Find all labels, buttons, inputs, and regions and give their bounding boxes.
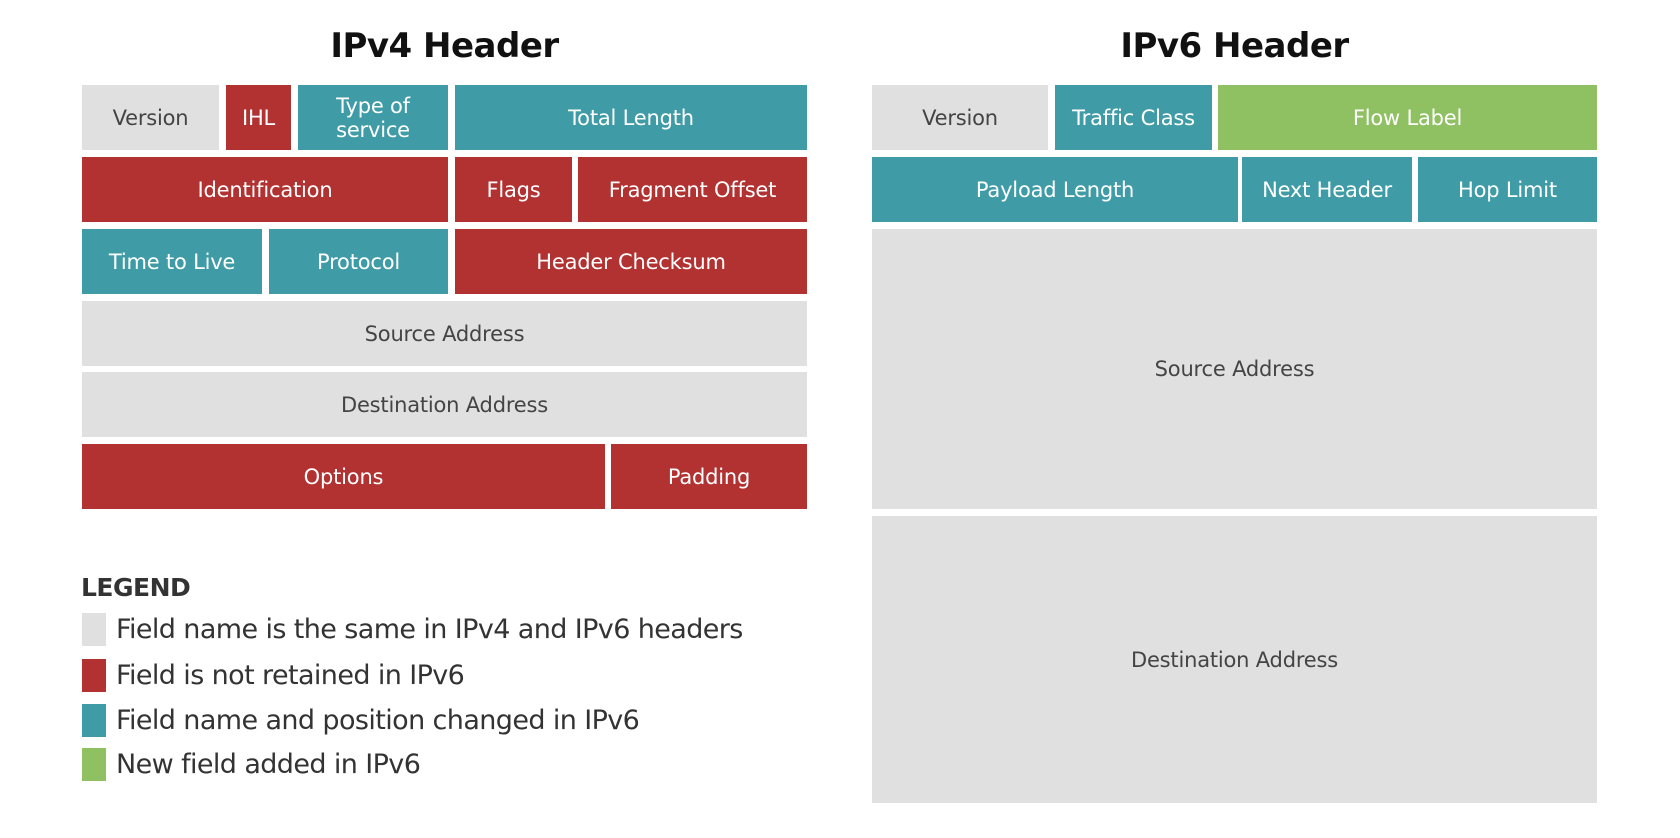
ipv4-field-header-checksum: Header Checksum [455,229,807,294]
ipv4-field-version: Version [82,85,219,150]
ipv6-field-flow-label: Flow Label [1218,85,1597,150]
ipv6-field-hop-limit: Hop Limit [1418,157,1597,222]
ipv4-field-source-address: Source Address [82,301,807,366]
legend-item-changed: Field name and position changed in IPv6 [82,704,640,737]
legend-swatch-gray [82,613,106,646]
ipv6-title: IPv6 Header [1120,26,1349,66]
ipv6-field-next-header: Next Header [1242,157,1412,222]
ipv6-field-traffic-class: Traffic Class [1055,85,1212,150]
legend-swatch-green [82,748,106,781]
ipv4-field-options: Options [82,444,605,509]
legend-label: Field is not retained in IPv6 [116,660,465,691]
ipv6-field-destination-address: Destination Address [872,516,1597,803]
legend-item-same: Field name is the same in IPv4 and IPv6 … [82,613,743,646]
ipv4-field-time-to-live: Time to Live [82,229,262,294]
legend-swatch-red [82,659,106,692]
ipv4-field-ihl: IHL [226,85,291,150]
ipv4-field-padding: Padding [611,444,807,509]
ipv4-field-identification: Identification [82,157,448,222]
ipv6-field-source-address: Source Address [872,229,1597,509]
legend-label: New field added in IPv6 [116,749,421,780]
ipv6-field-version: Version [872,85,1048,150]
legend-swatch-teal [82,704,106,737]
legend-label: Field name and position changed in IPv6 [116,705,640,736]
ipv4-field-total-length: Total Length [455,85,807,150]
legend-item-added: New field added in IPv6 [82,748,421,781]
legend-title: LEGEND [81,573,191,602]
ipv4-field-flags: Flags [455,157,572,222]
legend-item-removed: Field is not retained in IPv6 [82,659,465,692]
ipv4-title: IPv4 Header [330,26,559,66]
ipv6-field-payload-length: Payload Length [872,157,1238,222]
ipv4-field-protocol: Protocol [269,229,448,294]
ipv4-field-type-of-service: Type of service [298,85,448,150]
legend-label: Field name is the same in IPv4 and IPv6 … [116,614,743,645]
ipv4-field-destination-address: Destination Address [82,372,807,437]
ipv4-field-fragment-offset: Fragment Offset [578,157,807,222]
